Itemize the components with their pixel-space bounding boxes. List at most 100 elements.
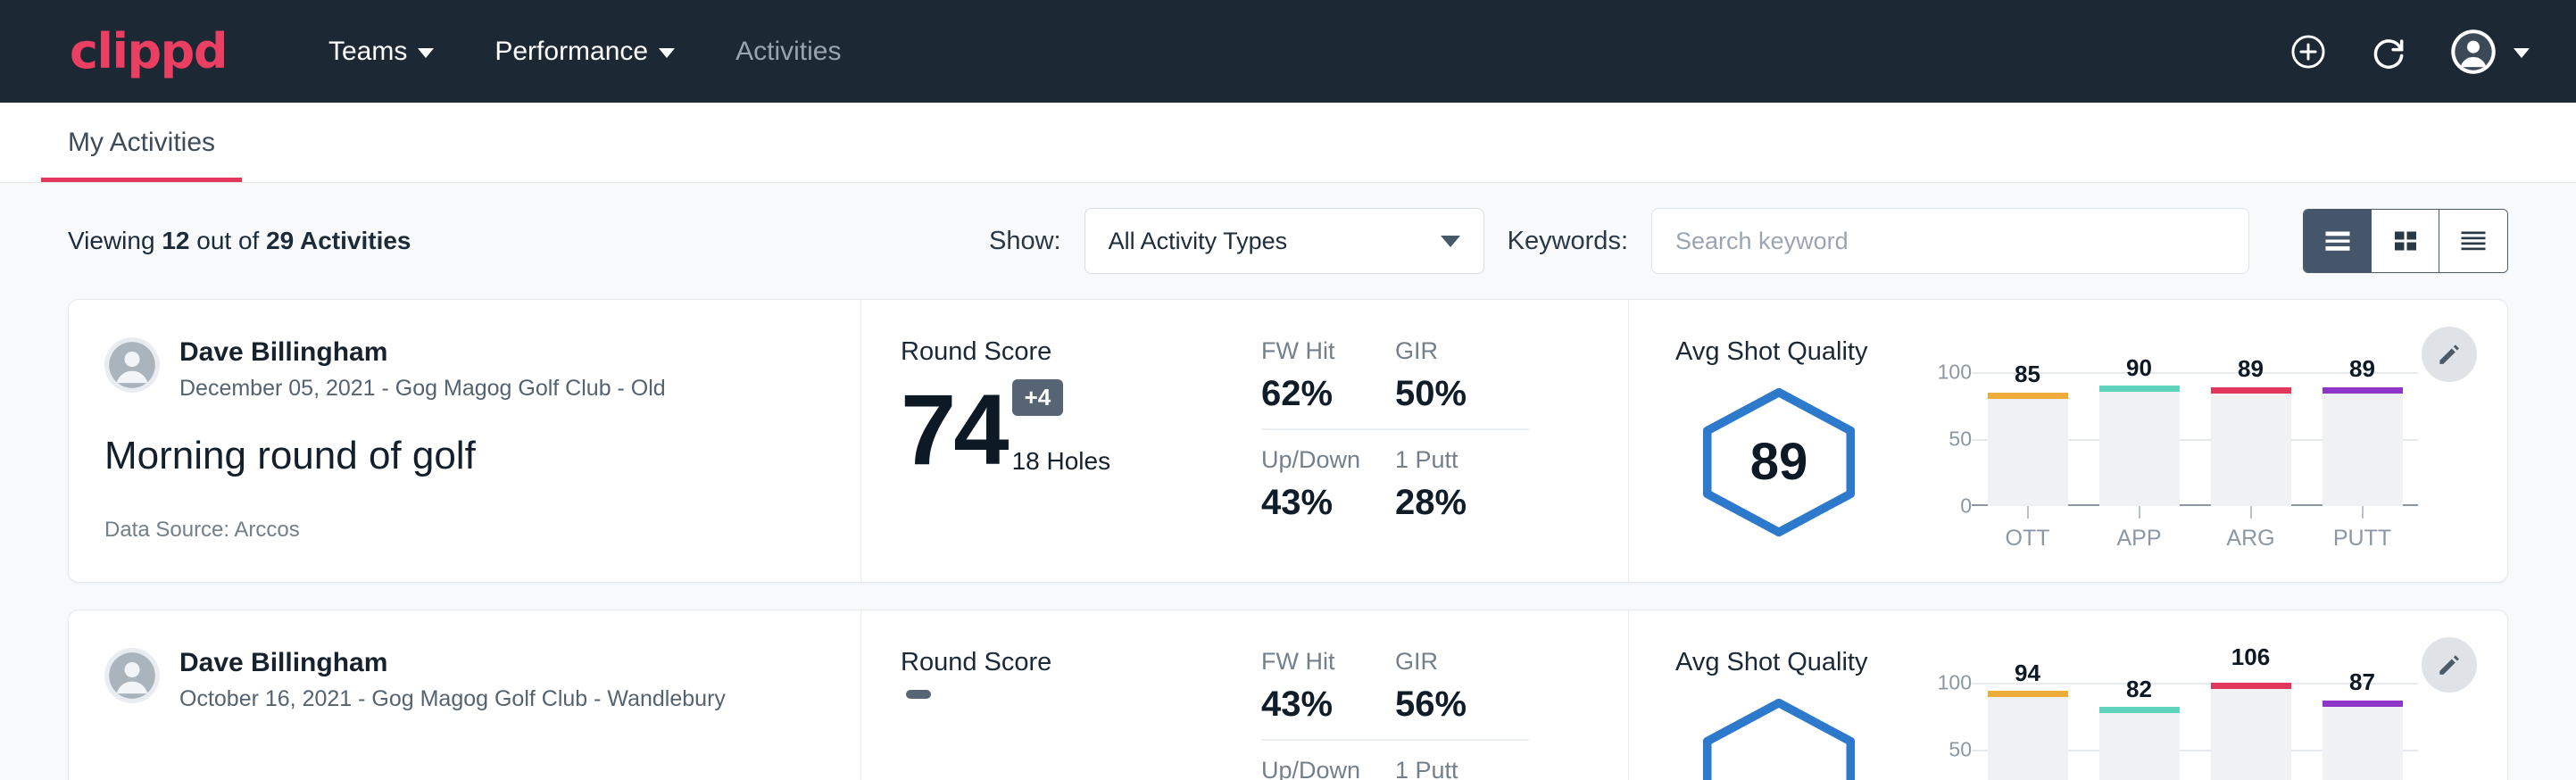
account-avatar-icon <box>2449 28 2497 76</box>
bar-slot-ott: 85 <box>1988 372 2068 506</box>
bar-value-app: 90 <box>2099 354 2180 382</box>
bar-value-app: 82 <box>2099 676 2180 703</box>
nav-item-performance-label: Performance <box>494 37 648 67</box>
stat-1-putt-label: 1 Putt <box>1395 446 1529 474</box>
chart-y-axis: 100 50 0 <box>1916 372 1972 506</box>
score-diff-badge <box>906 690 931 699</box>
add-button[interactable] <box>2289 32 2328 71</box>
activity-type-select[interactable]: All Activity Types <box>1084 208 1484 274</box>
y-tick-50: 50 <box>1949 738 1972 762</box>
round-score-label: Round Score <box>901 337 1240 367</box>
nav-item-teams[interactable]: Teams <box>298 24 464 79</box>
refresh-button[interactable] <box>2369 32 2408 71</box>
shot-quality-hexagon: 89 <box>1675 386 1882 539</box>
activity-type-value: All Activity Types <box>1109 228 1288 255</box>
activity-info: Dave Billingham October 16, 2021 - Gog M… <box>69 610 861 780</box>
y-tick-50: 50 <box>1949 427 1972 452</box>
chart-plot-area: 85 90 <box>1972 372 2418 506</box>
bar-value-ott: 85 <box>1988 361 2068 388</box>
shot-quality-chart: 100 50 0 85 <box>1916 372 2418 552</box>
list-view-icon <box>2321 228 2355 254</box>
stat-gir-label: GIR <box>1395 337 1529 365</box>
bar-slot-arg: 106 <box>2211 683 2291 780</box>
bar-value-putt: 87 <box>2323 668 2403 696</box>
activity-scores: Round Score 74 +4 18 Holes FW Hit 62% <box>861 300 1629 582</box>
bar-slot-putt: 89 <box>2323 372 2403 506</box>
stats-grid: FW Hit 43% Up/Down GIR 56% 1 Putt <box>1261 648 1529 780</box>
person-avatar-icon <box>104 648 160 703</box>
avatar <box>104 648 160 703</box>
x-label-putt: PUTT <box>2323 526 2403 552</box>
stat-up-down: Up/Down 43% <box>1261 446 1395 537</box>
activities-toolbar: Viewing 12 out of 29 Activities Show: Al… <box>68 183 2508 299</box>
bar-slot-arg: 89 <box>2211 372 2291 506</box>
app-logo[interactable]: clippd <box>70 23 227 79</box>
user-name: Dave Billingham <box>179 648 726 679</box>
bar-cap-putt <box>2323 701 2403 707</box>
bar-cap-app <box>2099 707 2180 713</box>
list-view-button[interactable] <box>2304 210 2372 272</box>
bar-ott <box>1988 393 2068 507</box>
viewing-total: 29 Activities <box>266 227 411 254</box>
chart-x-labels: OTT APP ARG PUTT <box>1972 526 2418 552</box>
bar-ott <box>1988 691 2068 780</box>
compact-view-icon <box>2457 228 2489 254</box>
bar-slot-putt: 87 <box>2323 683 2403 780</box>
chart-plot-area: 94 82 <box>1972 683 2418 780</box>
bar-arg <box>2211 683 2291 780</box>
activity-scores: Round Score FW Hit 43% Up/Down <box>861 610 1629 780</box>
user-name: Dave Billingham <box>179 337 666 369</box>
grid-view-button[interactable] <box>2372 210 2439 272</box>
nav-item-activities[interactable]: Activities <box>705 24 871 79</box>
x-label-app: APP <box>2099 526 2180 552</box>
stat-fw-hit: FW Hit 62% <box>1261 337 1395 430</box>
bar-putt <box>2323 701 2403 780</box>
bar-value-arg: 106 <box>2211 643 2291 671</box>
viewing-count: 12 <box>162 227 189 254</box>
x-label-arg: ARG <box>2211 526 2291 552</box>
bar-putt <box>2323 387 2403 507</box>
activity-info: Dave Billingham December 05, 2021 - Gog … <box>69 300 861 582</box>
round-score-label: Round Score <box>901 648 1240 677</box>
shot-quality-hexagon <box>1675 696 1882 780</box>
shot-quality-chart: 100 50 0 94 <box>1916 683 2418 780</box>
avg-shot-quality-block: Avg Shot Quality 89 100 50 0 <box>1629 300 2507 582</box>
stat-fw-hit-label: FW Hit <box>1261 337 1395 365</box>
edit-activity-button[interactable] <box>2422 637 2477 693</box>
main-nav: Teams Performance Activities <box>298 24 871 79</box>
tab-bar: My Activities <box>0 103 2576 183</box>
bar-app <box>2099 386 2180 506</box>
stat-up-down-label: Up/Down <box>1261 446 1395 474</box>
y-tick-0: 0 <box>1960 494 1972 519</box>
chart-x-ticks <box>1972 506 2418 519</box>
holes-played: 18 Holes <box>1012 447 1111 476</box>
bar-app <box>2099 707 2180 780</box>
viewing-summary: Viewing 12 out of 29 Activities <box>68 227 411 255</box>
tab-my-activities[interactable]: My Activities <box>41 128 242 182</box>
bar-cap-putt <box>2323 387 2403 394</box>
stat-1-putt-label: 1 Putt <box>1395 757 1529 780</box>
y-tick-100: 100 <box>1938 361 1972 385</box>
activity-card[interactable]: Dave Billingham December 05, 2021 - Gog … <box>68 299 2508 583</box>
account-menu[interactable] <box>2449 28 2530 76</box>
nav-item-performance[interactable]: Performance <box>464 24 705 79</box>
activity-card[interactable]: Dave Billingham October 16, 2021 - Gog M… <box>68 610 2508 780</box>
chevron-down-icon <box>1441 236 1460 247</box>
keywords-label: Keywords: <box>1508 227 1628 256</box>
compact-view-button[interactable] <box>2439 210 2507 272</box>
stat-fw-hit-label: FW Hit <box>1261 648 1395 676</box>
chevron-down-icon <box>418 48 434 58</box>
search-input[interactable] <box>1651 208 2249 274</box>
activity-title: Morning round of golf <box>104 434 821 478</box>
avatar <box>104 337 160 393</box>
bar-value-putt: 89 <box>2323 355 2403 383</box>
score-diff-badge: +4 <box>1012 379 1064 416</box>
filter-controls: Show: All Activity Types Keywords: <box>989 208 2508 274</box>
round-score-value: 74 <box>901 386 1007 476</box>
edit-activity-button[interactable] <box>2422 327 2477 382</box>
navbar-actions <box>2289 28 2530 76</box>
avg-shot-quality-block: Avg Shot Quality 100 50 0 <box>1629 610 2507 780</box>
viewing-prefix: Viewing <box>68 227 162 254</box>
stat-up-down-label: Up/Down <box>1261 757 1395 780</box>
view-mode-toggle <box>2303 209 2508 273</box>
